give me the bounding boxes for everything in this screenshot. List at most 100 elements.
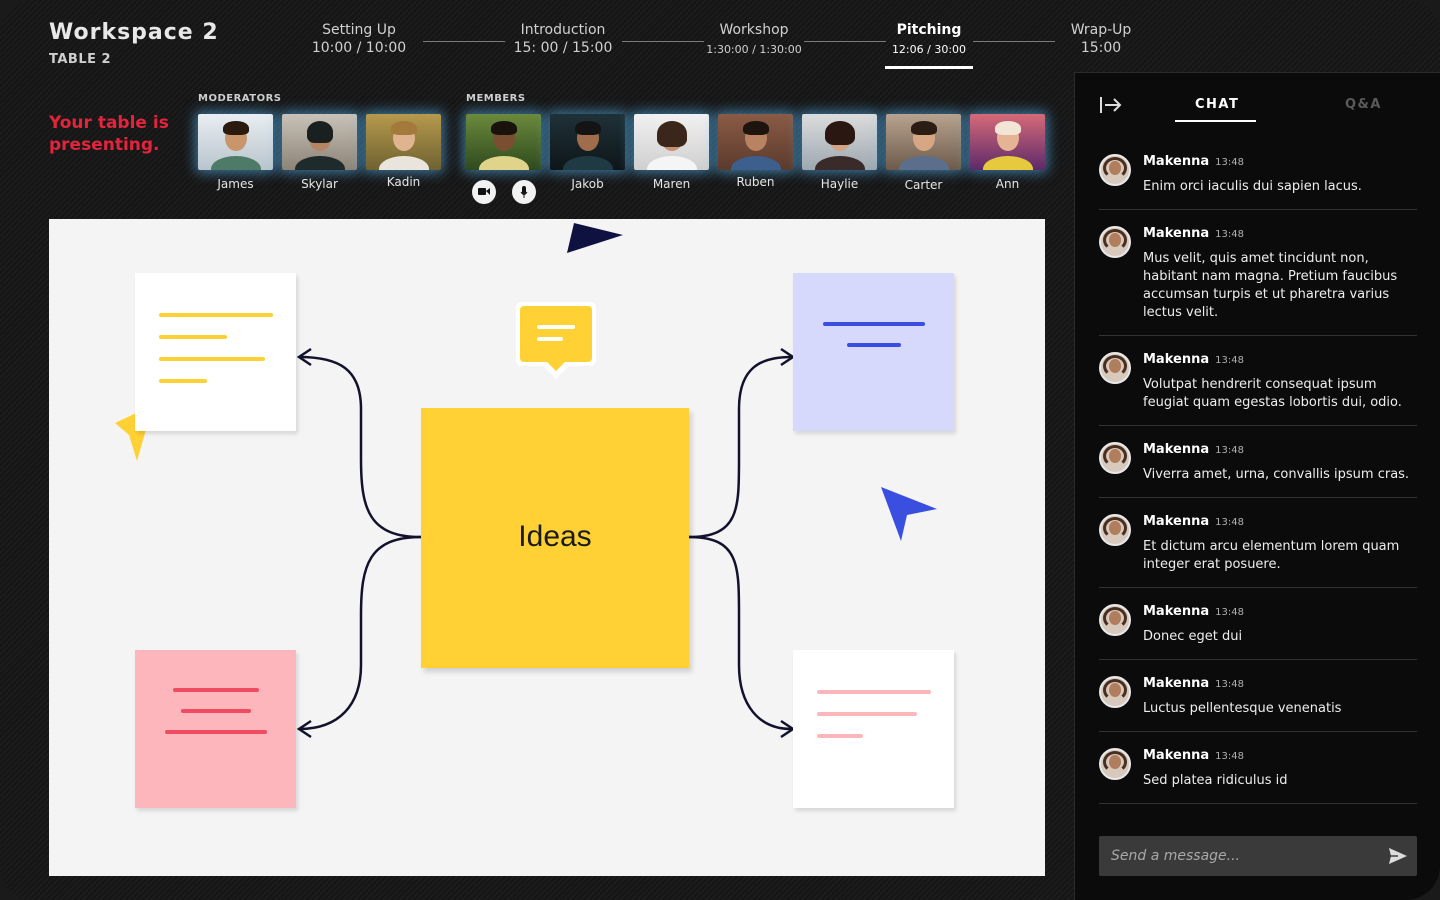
video-tile-ann[interactable] (970, 114, 1045, 170)
message-text: Donec eget dui (1143, 629, 1243, 644)
chat-message: Makenna 13:48 Sed platea ridiculus id (1099, 748, 1417, 804)
sticky-note-white-2[interactable] (793, 650, 954, 808)
message-author: Makenna (1143, 748, 1210, 763)
stage-time: 15:00 (1080, 40, 1122, 56)
chat-message: Makenna 13:48 Luctus pellentesque venenat… (1099, 676, 1417, 732)
message-input[interactable] (1099, 836, 1379, 876)
video-tile-maren[interactable] (634, 114, 709, 170)
message-composer (1099, 836, 1417, 876)
sticky-note-white[interactable] (135, 273, 296, 431)
stage-pitching[interactable]: Pitching 12:06 / 30:00 (885, 22, 973, 56)
tab-qa[interactable]: Q&A (1345, 97, 1382, 112)
video-tile-skylar[interactable] (282, 114, 357, 170)
moderators-label: MODERATORS (198, 93, 282, 104)
message-author: Makenna (1143, 442, 1210, 457)
app-window: Workspace 2 TABLE 2 Setting Up 10:00 / 1… (0, 0, 1440, 900)
active-tab-indicator (1175, 120, 1256, 122)
participant-name: James (217, 177, 254, 191)
avatar (1099, 676, 1131, 708)
camera-icon (478, 188, 490, 195)
video-tile-kadin[interactable] (366, 114, 441, 170)
participant-name: Ann (995, 177, 1020, 191)
chat-panel: CHAT Q&A Makenna 13:48 Enim orci iaculis … (1074, 72, 1440, 900)
chat-message: Makenna 13:48 Enim orci iaculis dui sapie… (1099, 154, 1417, 210)
video-tile-carter[interactable] (886, 114, 961, 170)
active-stage-indicator (885, 66, 973, 69)
members-label: MEMBERS (466, 93, 526, 104)
participant-name: Carter (904, 178, 943, 192)
sticky-note-purple[interactable] (793, 273, 954, 431)
message-time: 13:48 (1215, 229, 1244, 240)
stage-introduction[interactable]: Introduction 15: 00 / 15:00 (505, 22, 621, 56)
presenting-status: Your table is presenting. (49, 113, 169, 155)
message-time: 13:48 (1215, 751, 1244, 762)
message-time: 13:48 (1215, 445, 1244, 456)
message-time: 13:48 (1215, 157, 1244, 168)
stage-setting-up[interactable]: Setting Up 10:00 / 10:00 (300, 22, 418, 56)
avatar (1099, 748, 1131, 780)
message-time: 13:48 (1215, 607, 1244, 618)
mic-toggle-button[interactable] (512, 180, 536, 204)
camera-toggle-button[interactable] (472, 180, 496, 204)
avatar (1099, 442, 1131, 474)
cursor-icon (567, 223, 623, 253)
send-icon (1389, 848, 1407, 864)
participant-name: Ruben (736, 175, 775, 189)
participant-name: Maren (652, 177, 691, 191)
collapse-panel-button[interactable] (1099, 95, 1123, 119)
chat-message: Makenna 13:48 Mus velit, quis amet tincid… (1099, 226, 1417, 336)
participant-name: Haylie (820, 177, 859, 191)
whiteboard-canvas[interactable]: Ideas (49, 219, 1045, 876)
chat-message: Makenna 13:48 Volutpat hendrerit consequa… (1099, 352, 1417, 426)
avatar (1099, 352, 1131, 384)
stage-name: Workshop (719, 22, 789, 38)
video-tile-haylie[interactable] (802, 114, 877, 170)
avatar (1099, 514, 1131, 546)
stage-name: Pitching (896, 22, 962, 38)
stage-time: 1:30:00 / 1:30:00 (706, 43, 802, 56)
message-author: Makenna (1143, 514, 1210, 529)
sticky-note-pink[interactable] (135, 650, 296, 808)
stage-wrap-up[interactable]: Wrap-Up 15:00 (1060, 22, 1142, 56)
send-button[interactable] (1389, 848, 1407, 868)
table-label: TABLE 2 (49, 52, 112, 67)
stage-name: Introduction (520, 22, 606, 38)
participant-name: Skylar (301, 177, 338, 191)
workspace-title: Workspace 2 (49, 20, 219, 45)
message-text: Luctus pellentesque venenatis (1143, 701, 1342, 716)
tab-chat[interactable]: CHAT (1195, 97, 1239, 112)
stage-name: Wrap-Up (1070, 22, 1132, 38)
central-idea-label: Ideas (518, 520, 592, 553)
stage-time: 12:06 / 30:00 (891, 43, 967, 56)
mic-icon (520, 186, 528, 198)
stage-connector (622, 41, 704, 42)
avatar (1099, 154, 1131, 186)
message-text: Volutpat hendrerit consequat ipsum feugi… (1143, 377, 1402, 410)
message-text: Et dictum arcu elementum lorem quam inte… (1143, 539, 1400, 572)
stage-connector (973, 41, 1055, 42)
message-author: Makenna (1143, 226, 1210, 241)
participant-name: Kadin (386, 175, 421, 189)
stage-connector (423, 41, 505, 42)
chat-message: Makenna 13:48 Et dictum arcu elementum lo… (1099, 514, 1417, 588)
message-time: 13:48 (1215, 679, 1244, 690)
exit-icon (1100, 97, 1122, 113)
participant-name: Jakob (571, 177, 604, 191)
message-text: Enim orci iaculis dui sapien lacus. (1143, 179, 1362, 194)
message-author: Makenna (1143, 352, 1210, 367)
message-text: Mus velit, quis amet tincidunt non, habi… (1143, 251, 1398, 320)
stage-time: 10:00 / 10:00 (311, 40, 407, 56)
stage-workshop[interactable]: Workshop 1:30:00 / 1:30:00 (704, 22, 804, 56)
video-tile-jakob[interactable] (550, 114, 625, 170)
chat-message: Makenna 13:48 Viverra amet, urna, convall… (1099, 442, 1417, 498)
central-idea-note[interactable]: Ideas (421, 408, 689, 668)
video-tile-james[interactable] (198, 114, 273, 170)
comment-icon[interactable] (513, 299, 599, 381)
video-tile-ruben[interactable] (718, 114, 793, 170)
message-text: Viverra amet, urna, convallis ipsum cras… (1143, 467, 1410, 482)
avatar (1099, 226, 1131, 258)
message-time: 13:48 (1215, 517, 1244, 528)
video-tile-self[interactable] (466, 114, 541, 170)
message-author: Makenna (1143, 676, 1210, 691)
message-time: 13:48 (1215, 355, 1244, 366)
